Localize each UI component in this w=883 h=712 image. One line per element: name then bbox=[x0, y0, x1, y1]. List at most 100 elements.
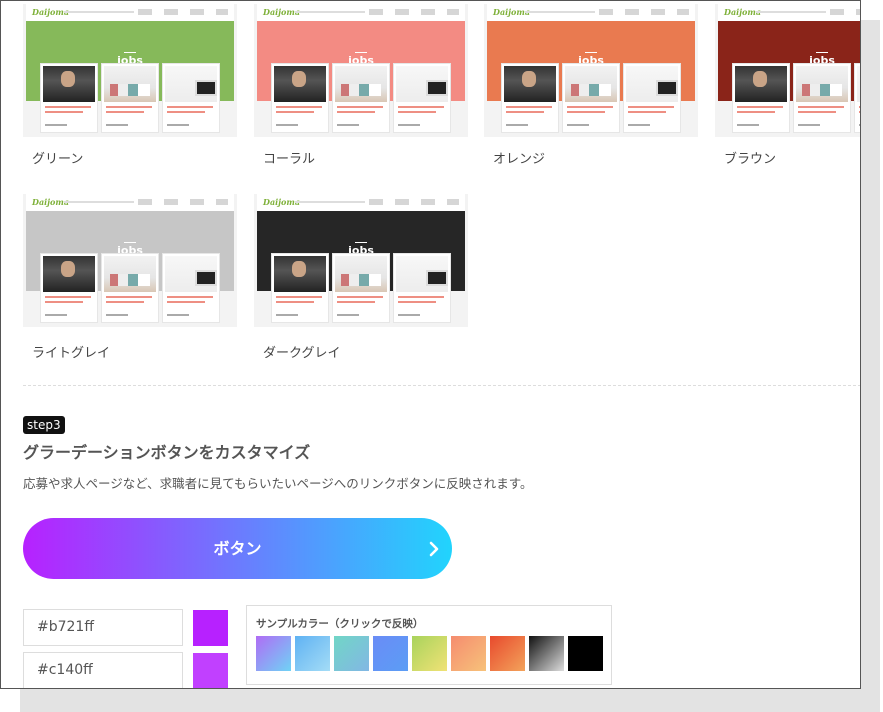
gradient-start-swatch[interactable] bbox=[193, 610, 228, 646]
card-image bbox=[274, 66, 326, 102]
thumb-card bbox=[332, 253, 390, 323]
sample-color-swatch[interactable] bbox=[490, 636, 525, 671]
card-text bbox=[398, 301, 436, 303]
thumb-nav bbox=[138, 199, 228, 205]
theme-thumbnail[interactable]: Daijoma jobs bbox=[254, 4, 468, 137]
card-text bbox=[167, 296, 213, 298]
card-text bbox=[859, 111, 860, 113]
sample-color-swatch[interactable] bbox=[412, 636, 447, 671]
theme-label: オレンジ bbox=[493, 152, 546, 167]
card-meta bbox=[106, 124, 128, 126]
step-badge: step3 bbox=[23, 416, 65, 434]
palette-title: サンプルカラー（クリックで反映） bbox=[256, 618, 424, 630]
thumb-nav bbox=[830, 9, 860, 15]
card-image bbox=[626, 66, 678, 102]
theme-thumbnail[interactable]: Daijoma jobs bbox=[484, 4, 698, 137]
thumb-tagline bbox=[295, 11, 365, 13]
card-text bbox=[167, 106, 213, 108]
card-text bbox=[628, 111, 666, 113]
card-meta bbox=[337, 314, 359, 316]
thumb-nav bbox=[369, 9, 459, 15]
card-text bbox=[506, 111, 544, 113]
thumb-tagline bbox=[525, 11, 595, 13]
card-meta bbox=[398, 124, 420, 126]
card-image bbox=[165, 66, 217, 102]
card-text bbox=[798, 106, 844, 108]
card-meta bbox=[737, 124, 759, 126]
thumb-tagline bbox=[64, 11, 134, 13]
gradient-end-swatch[interactable] bbox=[193, 653, 228, 688]
card-text bbox=[106, 106, 152, 108]
sample-color-swatch[interactable] bbox=[334, 636, 369, 671]
thumb-card bbox=[562, 63, 620, 133]
card-text bbox=[737, 106, 783, 108]
card-text bbox=[506, 106, 552, 108]
card-image bbox=[504, 66, 556, 102]
theme-thumbnail[interactable]: Daijoma jobs bbox=[715, 4, 860, 137]
thumb-card bbox=[393, 253, 451, 323]
card-text bbox=[337, 111, 375, 113]
card-image bbox=[396, 256, 448, 292]
thumb-tagline bbox=[64, 201, 134, 203]
card-text bbox=[106, 296, 152, 298]
theme-label: ブラウン bbox=[724, 152, 777, 167]
card-text bbox=[337, 106, 383, 108]
card-text bbox=[859, 106, 860, 108]
theme-label: ダークグレイ bbox=[263, 346, 341, 361]
card-meta bbox=[859, 124, 860, 126]
gradient-preview-button[interactable]: ボタン bbox=[23, 518, 452, 579]
card-text bbox=[106, 111, 144, 113]
gradient-start-input[interactable]: #b721ff bbox=[23, 609, 183, 646]
card-image bbox=[735, 66, 787, 102]
card-image bbox=[335, 256, 387, 292]
thumb-header: Daijoma bbox=[718, 4, 860, 21]
card-text bbox=[167, 301, 205, 303]
gradient-end-input[interactable]: #c140ff bbox=[23, 652, 183, 688]
card-meta bbox=[45, 124, 67, 126]
thumb-tagline bbox=[295, 201, 365, 203]
sample-color-swatch[interactable] bbox=[529, 636, 564, 671]
thumb-nav bbox=[369, 199, 459, 205]
card-meta bbox=[167, 124, 189, 126]
theme-thumbnail[interactable]: Daijoma jobs bbox=[254, 194, 468, 327]
theme-thumbnail[interactable]: Daijoma jobs bbox=[23, 4, 237, 137]
thumb-header: Daijoma bbox=[487, 4, 695, 21]
card-text bbox=[276, 296, 322, 298]
thumb-card bbox=[332, 63, 390, 133]
card-image bbox=[104, 256, 156, 292]
card-meta bbox=[167, 314, 189, 316]
chevron-right-icon bbox=[429, 541, 439, 557]
thumb-card bbox=[393, 63, 451, 133]
thumb-nav bbox=[138, 9, 228, 15]
banner-rule bbox=[816, 52, 828, 53]
section-divider bbox=[23, 385, 860, 386]
card-meta bbox=[398, 314, 420, 316]
thumb-header: Daijoma bbox=[257, 4, 465, 21]
card-image bbox=[396, 66, 448, 102]
card-text bbox=[798, 111, 836, 113]
card-meta bbox=[798, 124, 820, 126]
theme-thumbnail[interactable]: Daijoma jobs bbox=[23, 194, 237, 327]
card-text bbox=[45, 301, 83, 303]
card-text bbox=[276, 301, 314, 303]
thumb-header: Daijoma bbox=[26, 194, 234, 211]
thumb-card bbox=[271, 63, 329, 133]
banner-rule bbox=[124, 242, 136, 243]
card-text bbox=[337, 301, 375, 303]
sample-color-swatch[interactable] bbox=[451, 636, 486, 671]
sample-color-swatch[interactable] bbox=[256, 636, 291, 671]
thumb-tagline bbox=[756, 11, 826, 13]
button-label: ボタン bbox=[213, 539, 262, 558]
card-image bbox=[857, 66, 860, 102]
card-meta bbox=[45, 314, 67, 316]
thumb-card bbox=[40, 63, 98, 133]
sample-color-swatch[interactable] bbox=[568, 636, 603, 671]
card-meta bbox=[628, 124, 650, 126]
card-image bbox=[43, 256, 95, 292]
card-image bbox=[274, 256, 326, 292]
card-meta bbox=[506, 124, 528, 126]
card-meta bbox=[337, 124, 359, 126]
thumb-card bbox=[40, 253, 98, 323]
sample-color-swatch[interactable] bbox=[295, 636, 330, 671]
sample-color-swatch[interactable] bbox=[373, 636, 408, 671]
